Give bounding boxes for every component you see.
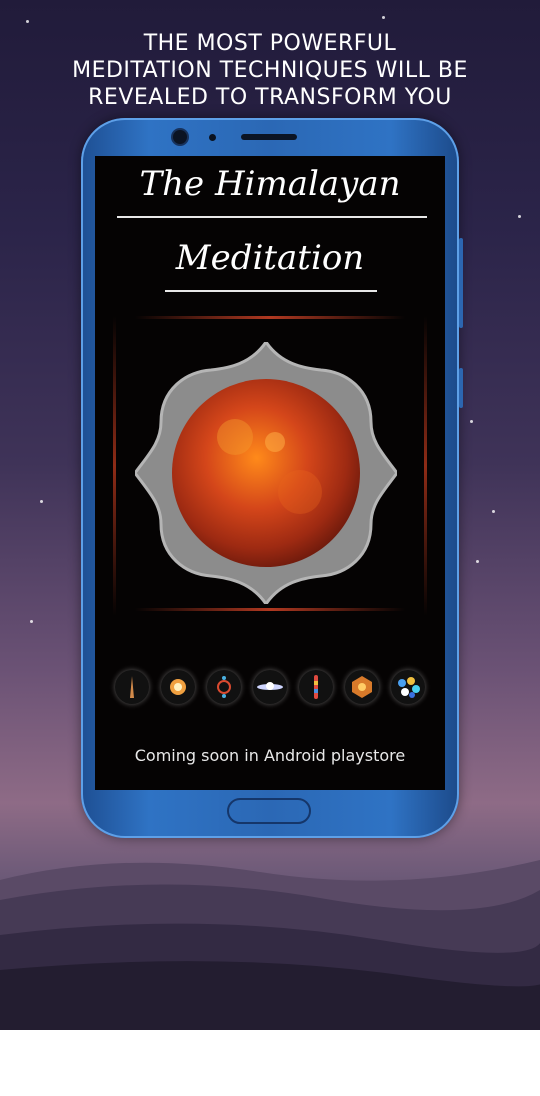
star: [470, 420, 473, 423]
star: [26, 20, 29, 23]
sensor-icon: [209, 134, 216, 141]
app-title-line-2: Meditation: [175, 238, 365, 278]
root-chakra-icon[interactable]: [115, 670, 149, 704]
glow-line: [135, 608, 405, 611]
throat-chakra-icon[interactable]: [299, 670, 333, 704]
phone-screen: The Himalayan Meditation Coming soon in …: [95, 156, 445, 790]
headline-line-3: REVEALED TO TRANSFORM YOU: [88, 85, 452, 110]
solar-plexus-chakra-icon[interactable]: [207, 670, 241, 704]
desert-dunes: [0, 860, 540, 1030]
star: [40, 500, 43, 503]
glow-line: [113, 316, 116, 616]
poster-background: THE MOST POWERFUL MEDITATION TECHNIQUES …: [0, 0, 540, 1030]
headline: THE MOST POWERFUL MEDITATION TECHNIQUES …: [20, 30, 520, 111]
glow-line: [135, 316, 405, 319]
camera-icon: [173, 130, 187, 144]
star: [476, 560, 479, 563]
app-title-line-1: The Himalayan: [139, 164, 401, 204]
star: [518, 215, 521, 218]
headline-line-2: MEDITATION TECHNIQUES WILL BE: [72, 58, 468, 83]
headline-line-1: THE MOST POWERFUL: [143, 31, 397, 56]
title-underline: [117, 216, 427, 218]
speaker-grille: [241, 134, 297, 140]
third-eye-chakra-icon[interactable]: [345, 670, 379, 704]
chakra-icon-row: [115, 670, 425, 704]
phone-side-button: [459, 368, 463, 408]
star: [492, 510, 495, 513]
star: [30, 620, 33, 623]
heart-chakra-icon[interactable]: [253, 670, 287, 704]
phone-side-button: [459, 238, 463, 328]
phone-mockup: The Himalayan Meditation Coming soon in …: [81, 118, 463, 838]
title-underline: [165, 290, 377, 292]
star: [382, 16, 385, 19]
sun-mandala-icon: [135, 342, 397, 604]
glow-line: [424, 316, 427, 616]
sacral-chakra-icon[interactable]: [161, 670, 195, 704]
home-button[interactable]: [227, 798, 311, 824]
coming-soon-text: Coming soon in Android playstore: [134, 746, 406, 765]
crown-chakra-icon[interactable]: [391, 670, 425, 704]
